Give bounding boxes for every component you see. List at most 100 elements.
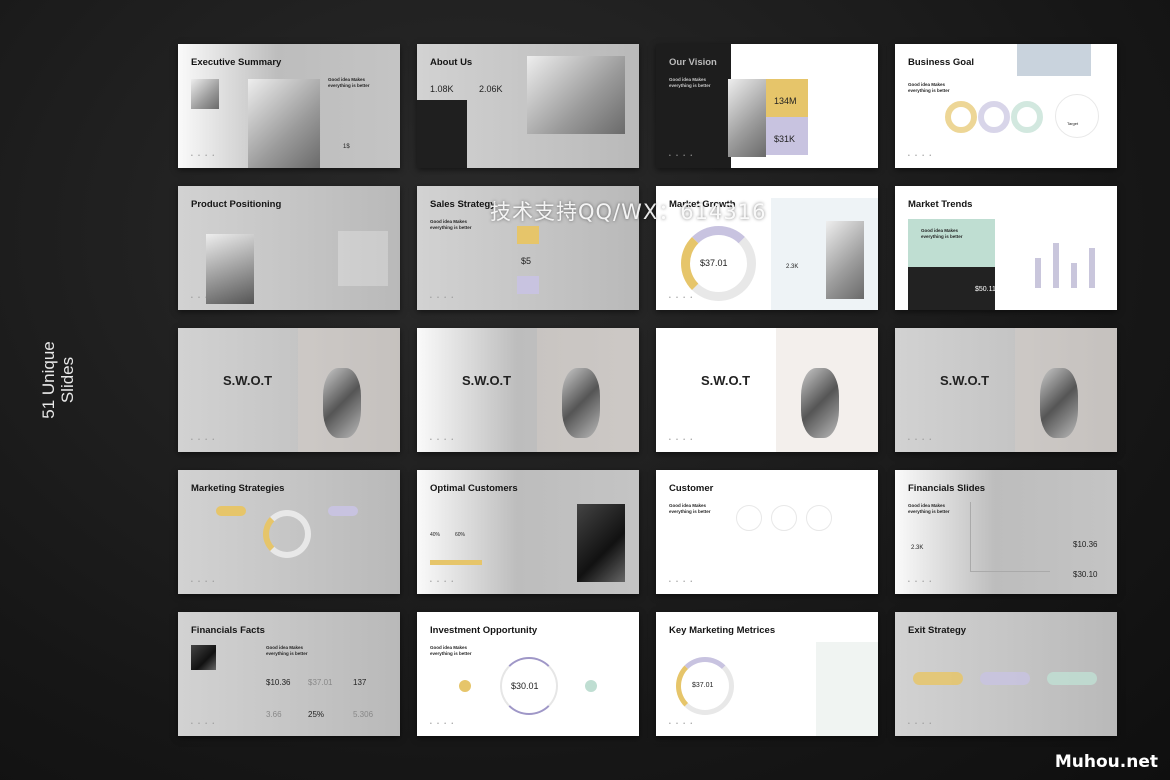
slide-title: About Us	[430, 57, 473, 68]
slide-swot[interactable]: • • • • S.W.O.T	[417, 328, 639, 452]
stat-value: Target	[1067, 121, 1079, 126]
stat-value: $37.01	[308, 678, 333, 687]
page-dots: • • • •	[430, 579, 456, 585]
page-dots: • • • •	[430, 295, 456, 301]
tagline: Good idea Makes everything is better	[266, 645, 308, 656]
stat-value: $31K	[774, 134, 796, 144]
slide-swot[interactable]: • • • • S.W.O.T	[656, 328, 878, 452]
brand-logo: Muhou.net	[1054, 752, 1158, 772]
slide-market-trends[interactable]: Market Trends• • • •Good idea Makes ever…	[895, 186, 1117, 310]
slide-title: Financials Slides	[908, 483, 986, 494]
slide-title: Optimal Customers	[430, 483, 518, 494]
tagline: Good idea Makes everything is better	[430, 645, 472, 656]
side-label-line2: Slides	[58, 356, 77, 404]
mint-block	[908, 219, 995, 267]
yellow-bar	[430, 560, 482, 565]
stat-value: 1$	[343, 144, 350, 150]
page-dots: • • • •	[669, 721, 695, 727]
stat-value: $30.01	[511, 681, 539, 691]
slide-grid: Executive Summary • • • • Good idea Makes …	[178, 44, 1117, 736]
side-panel	[816, 642, 878, 736]
slide-title: Product Positioning	[191, 199, 282, 210]
goal-circle	[945, 101, 977, 133]
slide-customer-motivation[interactable]: Customer Motivation• • • •Good idea Make…	[656, 470, 878, 594]
stat-value: S.W.O.T	[701, 373, 751, 388]
slide-investment-opportunity[interactable]: Investment Opportunity • • • • Good idea M…	[417, 612, 639, 736]
trend-bar	[1053, 243, 1059, 288]
stat-value: 60%	[455, 532, 466, 538]
stat-value: S.W.O.T	[940, 373, 990, 388]
page-dots: • • • •	[191, 721, 217, 727]
stat-value: $5	[521, 256, 532, 266]
icon-circle	[771, 505, 797, 531]
brush-image	[323, 368, 361, 438]
tagline: Good idea Makes everything is better	[908, 82, 950, 93]
stat-value: S.W.O.T	[462, 373, 512, 388]
slide-exit-strategy[interactable]: Exit Strategy • • • •	[895, 612, 1117, 736]
slide-optimal-customers[interactable]: Optimal Customers • • • • 40% 60%	[417, 470, 639, 594]
target-circle	[1055, 94, 1099, 138]
slide-title: Investment Opportunity	[430, 625, 538, 636]
stat-value: $10.36	[1073, 540, 1098, 549]
page-dots: • • • •	[430, 437, 456, 443]
page-dots: • • • •	[430, 721, 456, 727]
brush-image	[801, 368, 839, 438]
side-label: 51 Unique Slides	[39, 341, 77, 419]
exit-pill	[980, 672, 1030, 685]
slide-title: Our Vision	[669, 57, 717, 68]
slide-about-us[interactable]: About Us• • • •1.08K2.06K	[417, 44, 639, 168]
watermark-text: 技术支持QQ/WX：614316	[490, 200, 767, 224]
slide-key-marketing-metrices[interactable]: Key Marketing Metrices • • • • $37.01	[656, 612, 878, 736]
chair-photo	[527, 56, 625, 134]
stat-value: 40%	[430, 532, 441, 538]
stat-value: 5.306	[353, 710, 374, 719]
slide-title: Marketing Strategies	[191, 483, 285, 494]
building-photo	[826, 221, 864, 299]
stat-value: 3.66	[266, 710, 282, 719]
page-dots: • • • •	[191, 579, 217, 585]
stat-value: 2.3K	[786, 264, 799, 270]
goal-circle	[1011, 101, 1043, 133]
slide-title: Key Marketing Metrices	[669, 625, 776, 636]
brush-image	[562, 368, 600, 438]
page-dots: • • • •	[908, 153, 934, 159]
building-photo	[1017, 44, 1091, 76]
trend-bar	[1035, 258, 1041, 288]
tagline: Good idea Makes everything is better	[669, 77, 711, 88]
slide-swot[interactable]: • • • • S.W.O.T	[895, 328, 1117, 452]
slide-marketing-strategies[interactable]: Marketing Strategies • • • •	[178, 470, 400, 594]
slide-business-goal[interactable]: Business Goal • • • • Good idea Makes ever…	[895, 44, 1117, 168]
phone-photo	[248, 79, 320, 168]
slide-title: Market Trends	[908, 199, 973, 210]
yellow-hex	[517, 226, 539, 244]
page-dots: • • • •	[669, 437, 695, 443]
tagline: Good idea Makes everything is better	[430, 219, 472, 230]
stat-value: $37.01	[700, 258, 728, 268]
center-circle	[263, 510, 311, 558]
thumbnail-image	[191, 79, 219, 109]
slide-swot[interactable]: • • • • S.W.O.T	[178, 328, 400, 452]
trend-bar	[1089, 248, 1095, 288]
right-panel	[716, 470, 878, 594]
slide-financials-slides[interactable]: Financials Slides • • • • Good idea Makes …	[895, 470, 1117, 594]
tagline: Good idea Makes everything is better	[328, 77, 370, 88]
exit-pill	[913, 672, 963, 685]
dark-panel	[417, 100, 467, 168]
page-dots: • • • •	[669, 295, 695, 301]
stat-value: 25%	[308, 710, 325, 719]
line-chart	[970, 502, 1050, 572]
stat-value: S.W.O.T	[223, 373, 273, 388]
slide-executive-summary[interactable]: Executive Summary • • • • Good idea Makes …	[178, 44, 400, 168]
exit-pill	[1047, 672, 1097, 685]
slide-product-positioning[interactable]: Product Positioning • • • •	[178, 186, 400, 310]
stat-value: 134M	[774, 96, 797, 106]
page-dots: • • • •	[669, 579, 695, 585]
slide-financials-facts[interactable]: Financials Facts • • • • Good idea Makes e…	[178, 612, 400, 736]
slide-title: Sales Strategy	[430, 199, 496, 210]
tagline: Good idea Makes everything is better	[908, 503, 950, 514]
lavender-hex	[517, 276, 539, 294]
page-dots: • • • •	[908, 579, 934, 585]
stat-value: $30.10	[1073, 570, 1098, 579]
stat-value: 2.06K	[479, 84, 503, 94]
slide-our-vision[interactable]: Our Vision • • • • Good idea Makes everyth…	[656, 44, 878, 168]
